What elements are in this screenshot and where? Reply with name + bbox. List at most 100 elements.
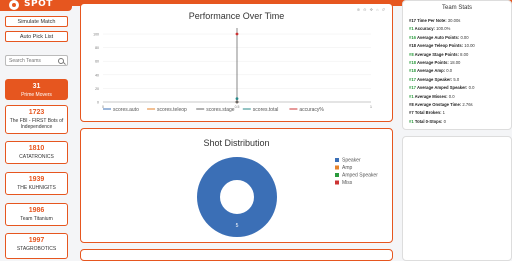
stat-label: Average Auto Points: [417, 34, 461, 40]
logo-text: SPOT [24, 0, 53, 9]
legend-swatch [335, 180, 339, 185]
pie-slice-speaker [197, 157, 277, 237]
stat-row: #8 Average Onstage Time: 2.76s [409, 102, 473, 107]
shot-distribution-panel: Shot Distribution 5 Speaker Amp Amped Speak… [80, 128, 393, 243]
legend-label: Speaker [342, 158, 361, 164]
legend-label: Amped Speaker [342, 173, 378, 179]
stat-rank: #18 [409, 43, 417, 49]
team-card-1997[interactable]: 1997 STAGROBOTICS [5, 233, 68, 259]
stat-row: #17 Average Speaker: 5.0 [409, 77, 459, 82]
stat-value: 0.0 [448, 93, 455, 99]
legend-item: scores.auto [103, 107, 139, 113]
stat-row: #7 Total Broken: 1 [409, 110, 445, 115]
team-number: 31 [32, 83, 41, 90]
legend-label: scores.teleop [157, 107, 187, 113]
stat-label: Average Amped Speaker: [417, 85, 469, 91]
y-tick-label: 100 [93, 33, 99, 37]
data-point-scores-stage [235, 100, 239, 104]
team-number: 1997 [28, 237, 45, 244]
team-stats-lower-panel [402, 136, 512, 261]
stat-value: 18.00 [449, 60, 461, 65]
search-icon [58, 58, 64, 64]
stat-row: #1 Accuracy: 100.0% [409, 26, 450, 31]
y-tick-label: 0 [97, 101, 99, 105]
stat-value: 5.0 [453, 76, 460, 82]
stat-row: #16 Average Auto Points: 0.00 [409, 35, 469, 40]
stat-label: Average Onstage Time: [414, 102, 463, 107]
search-input[interactable] [9, 56, 59, 66]
stat-rank: #17 [409, 85, 417, 91]
simulate-match-button[interactable]: Simulate Match [5, 16, 68, 27]
data-point-accuracy- [235, 32, 239, 36]
auto-pick-list-button[interactable]: Auto Pick List [5, 31, 68, 42]
y-tick-label: 40 [95, 73, 99, 77]
team-name: The FBI - FIRST Bots of Independence [9, 118, 64, 130]
stat-value: 1 [442, 110, 446, 116]
stat-value: 2.76s [462, 102, 473, 107]
pie-legend-item: Amp [335, 165, 353, 171]
y-tick-label: 20 [95, 87, 99, 91]
stat-label: Total 0-Stops: [414, 118, 444, 124]
legend-item: scores.stage [196, 107, 235, 113]
team-card-1939[interactable]: 1939 THE KUHNIGITS [5, 172, 68, 195]
x-tick-label: 0 [102, 105, 104, 109]
legend-label: Amp [342, 165, 353, 171]
app-logo[interactable]: SPOT [0, 0, 72, 11]
team-card-1723[interactable]: 1723 The FBI - FIRST Bots of Independenc… [5, 105, 68, 134]
team-stats-title: Team Stats [441, 5, 472, 11]
stat-rank: #18 [409, 68, 417, 74]
legend-label: scores.auto [113, 107, 139, 113]
stat-row: #17 Time Per Note: 30.00s [409, 18, 460, 23]
team-number: 1723 [28, 109, 45, 116]
stat-row: #1 Average Misses: 0.0 [409, 94, 455, 99]
stat-row: #18 Average Points: 18.00 [409, 60, 460, 65]
stat-label: Accuracy: [414, 26, 437, 32]
legend-item: scores.total [242, 107, 279, 113]
stat-row: #1 Total 0-Stops: 0 [409, 119, 446, 124]
stat-value: 0.0 [468, 85, 475, 91]
team-card-31[interactable]: 31 Prime Movers [5, 79, 68, 100]
stat-value: 100.0% [436, 26, 451, 32]
legend-label: scores.total [253, 107, 279, 113]
stat-label: Average Speaker: [417, 76, 454, 82]
performance-chart: 100 80 60 40 20 00 0.5 1 scores.auto scores.teleo… [93, 28, 372, 113]
stat-value: 0.00 [460, 34, 469, 40]
stat-rank: #17 [409, 18, 418, 23]
legend-swatch [335, 158, 339, 162]
team-name: CATATRONICS [19, 154, 54, 160]
stat-row: #18 Average Amp: 0.0 [409, 68, 452, 73]
stat-value: 8.00 [460, 51, 469, 57]
team-name: THE KUHNIGITS [17, 185, 56, 191]
stat-label: Average Stage Points: [414, 51, 461, 57]
search-teams-field[interactable] [5, 55, 68, 66]
stat-label: Average Teleop Points: [417, 43, 465, 49]
legend-item: scores.teleop [147, 107, 187, 113]
pie-legend-item: Amped Speaker [335, 173, 378, 179]
team-card-1986[interactable]: 1986 Team Titanium [5, 203, 68, 226]
legend-label: Miss [342, 180, 353, 186]
team-number: 1810 [28, 145, 45, 152]
stat-row: #17 Average Amped Speaker: 0.0 [409, 85, 474, 90]
next-panel [80, 249, 393, 261]
team-card-1810[interactable]: 1810 CATATRONICS [5, 141, 68, 164]
team-name: STAGROBOTICS [16, 246, 57, 252]
legend-item: accuracy% [289, 107, 324, 113]
team-name: Prime Movers [21, 92, 52, 98]
team-number: 1939 [28, 176, 45, 183]
pie-legend-item: Speaker [335, 158, 361, 164]
stat-label: Average Points: [417, 60, 450, 65]
slice-value-label: 5 [236, 223, 239, 229]
team-number: 1986 [28, 207, 45, 214]
y-tick-label: 80 [95, 46, 99, 50]
stat-value: 0 [443, 118, 446, 124]
stat-label: Time Per Note: [417, 18, 448, 23]
stat-rank: #16 [409, 34, 417, 40]
x-tick-label: 0.5 [235, 105, 240, 109]
sidebar: Simulate Match Auto Pick List 31 Prime M… [0, 11, 74, 259]
legend-swatch [335, 165, 339, 170]
performance-panel: Performance Over Time ⊕ ⊖ ✥ ⌂ ↺ 100 80 60 4… [80, 3, 393, 122]
y-tick-label: 60 [95, 60, 99, 64]
pie-legend-item: Miss [335, 180, 353, 186]
data-point-scores-total [235, 97, 239, 100]
stat-row: #8 Average Stage Points: 8.00 [409, 52, 468, 57]
